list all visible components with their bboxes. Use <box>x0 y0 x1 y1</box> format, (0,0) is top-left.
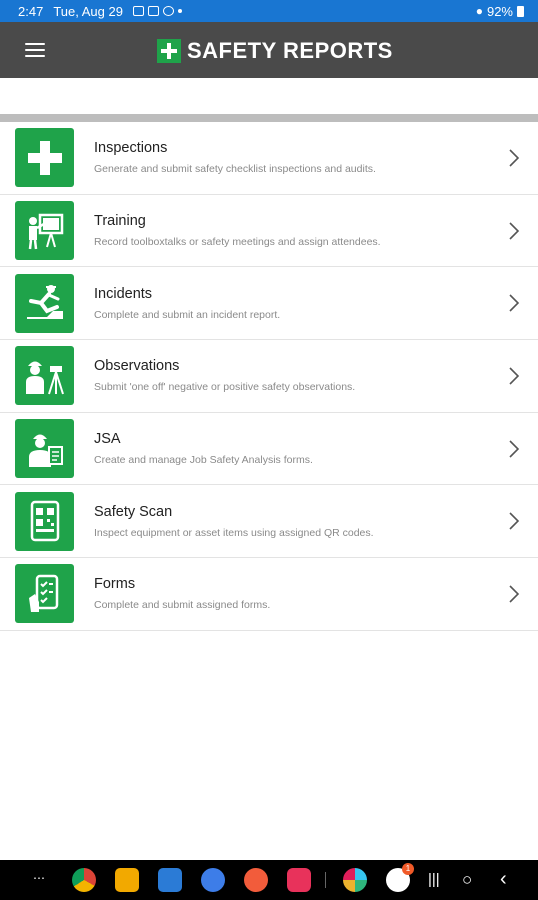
messages-app-icon[interactable] <box>201 868 225 892</box>
system-taskbar: ⋯ 1 ||| ○ ‹ <box>0 860 538 900</box>
item-title: Incidents <box>94 285 153 302</box>
worker-clipboard-icon <box>15 419 74 479</box>
chevron-right-icon <box>509 512 520 530</box>
app-logo: SAFETY REPORTS <box>157 38 393 64</box>
menu-item-forms[interactable]: Forms Complete and submit assigned forms… <box>0 558 538 631</box>
content-spacer <box>0 78 538 114</box>
recent-apps-icon[interactable]: ||| <box>428 871 440 888</box>
chevron-right-icon <box>509 149 520 167</box>
calendar-app-icon[interactable] <box>158 868 182 892</box>
app-title: SAFETY REPORTS <box>187 38 393 63</box>
chevron-right-icon <box>509 585 520 603</box>
contacts-app-icon[interactable] <box>244 868 268 892</box>
menu-item-training[interactable]: Training Record toolboxtalks or safety m… <box>0 195 538 268</box>
item-title: Forms <box>94 576 136 593</box>
menu-item-inspections[interactable]: Inspections Generate and submit safety c… <box>0 122 538 195</box>
status-time: 2:47 <box>18 3 44 19</box>
menu-list: Inspections Generate and submit safety c… <box>0 122 538 631</box>
menu-item-safety-scan[interactable]: Safety Scan Inspect equipment or asset i… <box>0 485 538 559</box>
item-title: Observations <box>94 358 180 375</box>
hamburger-menu-icon[interactable] <box>25 43 45 57</box>
image-notification-icon <box>132 6 144 16</box>
app-drawer-icon[interactable]: ⋯ <box>33 871 45 885</box>
checklist-phone-icon <box>15 564 74 624</box>
camera-app-icon[interactable] <box>287 868 311 892</box>
notification-badge: 1 <box>402 863 414 875</box>
item-title: Training <box>94 213 146 230</box>
item-description: Submit 'one off' negative or positive sa… <box>94 381 356 394</box>
home-icon[interactable]: ○ <box>462 870 472 890</box>
chevron-right-icon <box>509 440 520 458</box>
slack-app-icon[interactable] <box>343 868 367 892</box>
battery-percent: 92% <box>486 3 513 19</box>
item-title: Safety Scan <box>94 503 173 520</box>
item-title: Inspections <box>94 140 168 157</box>
section-divider <box>0 114 538 122</box>
item-description: Complete and submit assigned forms. <box>94 599 271 612</box>
notification-icons <box>132 6 182 16</box>
app-bar: SAFETY REPORTS <box>0 22 538 78</box>
status-date: Tue, Aug 29 <box>53 3 123 19</box>
menu-item-jsa[interactable]: JSA Create and manage Job Safety Analysi… <box>0 413 538 486</box>
files-app-icon[interactable] <box>115 868 139 892</box>
presenter-board-icon <box>15 201 74 261</box>
surveyor-tripod-icon <box>15 346 74 406</box>
item-description: Inspect equipment or asset items using a… <box>94 526 374 539</box>
item-description: Complete and submit an incident report. <box>94 308 281 321</box>
status-bar: 2:47 Tue, Aug 29 ● 92% <box>0 0 538 22</box>
chevron-right-icon <box>509 294 520 312</box>
battery-icon <box>517 5 524 17</box>
wifi-icon: ● <box>475 4 483 18</box>
item-description: Record toolboxtalks or safety meetings a… <box>94 236 381 249</box>
chevron-right-icon <box>509 221 520 240</box>
plus-cross-icon <box>15 128 74 188</box>
menu-item-incidents[interactable]: Incidents Complete and submit an inciden… <box>0 267 538 341</box>
taskbar-divider <box>325 872 326 888</box>
sync-notification-icon <box>162 6 174 16</box>
item-title: JSA <box>94 431 121 448</box>
item-description: Generate and submit safety checklist ins… <box>94 163 376 176</box>
back-icon[interactable]: ‹ <box>500 868 507 891</box>
qr-tablet-icon <box>15 491 74 551</box>
play-notification-icon <box>147 6 159 16</box>
chrome-app-icon[interactable] <box>72 868 96 892</box>
item-description: Create and manage Job Safety Analysis fo… <box>94 454 313 467</box>
chevron-right-icon <box>509 367 520 385</box>
plus-logo-icon <box>157 39 181 63</box>
worker-fall-icon <box>15 273 74 333</box>
menu-item-observations[interactable]: Observations Submit 'one off' negative o… <box>0 340 538 413</box>
more-notifications-icon <box>177 9 182 13</box>
